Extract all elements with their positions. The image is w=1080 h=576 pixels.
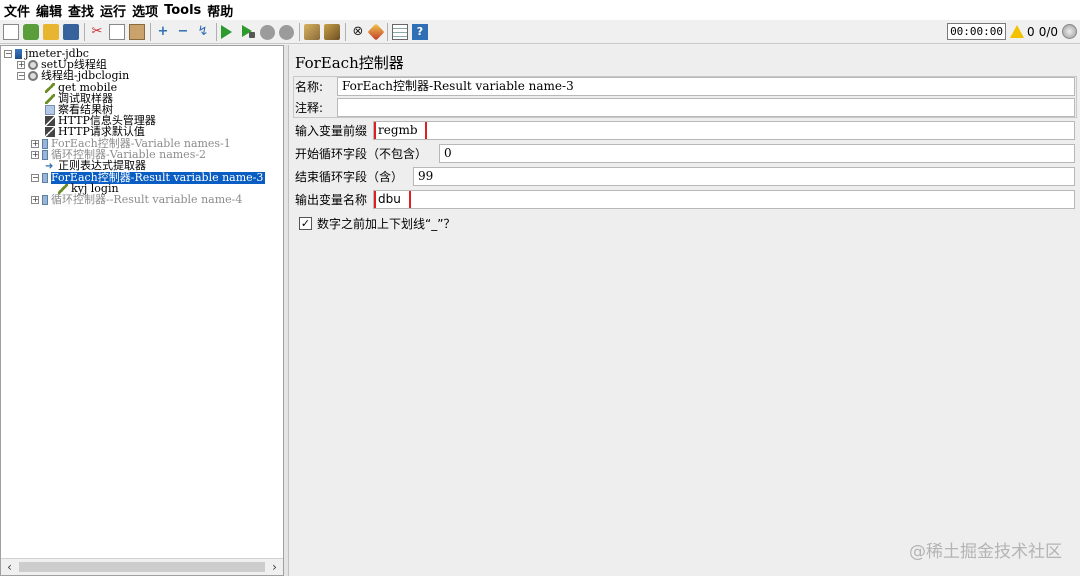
controller-icon — [42, 173, 48, 183]
open-icon[interactable] — [43, 24, 59, 40]
config-element-icon — [45, 127, 55, 137]
shutdown-icon[interactable] — [279, 24, 294, 40]
toolbar-separator — [299, 23, 300, 41]
extractor-icon: ➜ — [45, 161, 54, 172]
stop-icon[interactable] — [260, 24, 275, 40]
start-index-row: 开始循环字段（不包含） — [295, 144, 427, 163]
menu-tools[interactable]: Tools — [164, 3, 201, 18]
input-prefix-row: 输入变量前缀 — [295, 121, 367, 140]
sampler-icon — [45, 83, 55, 93]
thread-group-icon — [28, 60, 38, 70]
collapse-handle[interactable]: − — [31, 174, 39, 182]
expand-handle[interactable]: + — [31, 196, 39, 204]
reset-search-icon[interactable] — [367, 23, 385, 41]
toolbar-status: 00:00:00 0 0/0 — [947, 23, 1077, 40]
end-index-label: 结束循环字段（含） — [295, 170, 404, 184]
function-helper-icon[interactable] — [392, 24, 408, 40]
input-prefix-label: 输入变量前缀 — [295, 124, 368, 138]
sampler-icon — [45, 94, 55, 104]
cut-icon[interactable]: ✂ — [89, 24, 105, 40]
toggle-icon[interactable]: ↯ — [195, 24, 211, 40]
name-field[interactable]: ForEach控制器-Result variable name-3 — [337, 77, 1075, 96]
editor-title: ForEach控制器 — [295, 54, 404, 72]
toolbar-separator — [216, 23, 217, 41]
name-label: 名称: — [295, 80, 324, 94]
name-row: 名称: — [295, 77, 323, 96]
elapsed-timer: 00:00:00 — [947, 23, 1007, 40]
warning-icon[interactable] — [1010, 25, 1025, 38]
menu-bar: 文件 编辑 查找 运行 选项 Tools 帮助 — [0, 0, 1080, 20]
collapse-handle[interactable]: − — [4, 50, 12, 58]
comment-field[interactable] — [337, 98, 1075, 117]
copy-icon[interactable] — [109, 24, 125, 40]
menu-edit[interactable]: 编辑 — [36, 1, 62, 20]
scrollbar-thumb[interactable] — [19, 562, 265, 572]
comment-label: 注释: — [295, 101, 324, 115]
menu-help[interactable]: 帮助 — [207, 1, 233, 20]
save-icon[interactable] — [63, 24, 79, 40]
input-prefix-field[interactable]: regmb — [373, 121, 1075, 140]
controller-icon — [42, 150, 48, 160]
test-plan-tree: − jmeter-jdbc + setUp线程组 − 线程组-jdbclogin… — [1, 46, 283, 558]
help-icon[interactable]: ? — [412, 24, 428, 40]
toolbar-separator — [345, 23, 346, 41]
foreach-controller-editor: ForEach控制器 名称: ForEach控制器-Result variabl… — [288, 45, 1080, 576]
thread-group-icon — [28, 71, 38, 81]
collapse-all-icon[interactable]: − — [175, 24, 191, 40]
underscore-option-row[interactable]: ✓ 数字之前加上下划线“_”？ — [299, 214, 455, 233]
warning-count: 0 — [1027, 24, 1035, 39]
scroll-left-arrow-icon[interactable]: ‹ — [1, 559, 18, 575]
toolbar-separator — [84, 23, 85, 41]
active-threads: 0/0 — [1038, 24, 1058, 39]
test-plan-tree-panel: − jmeter-jdbc + setUp线程组 − 线程组-jdbclogin… — [0, 45, 284, 576]
toolbar-separator — [150, 23, 151, 41]
comment-row: 注释: — [295, 98, 323, 117]
menu-file[interactable]: 文件 — [4, 1, 30, 20]
end-index-row: 结束循环字段（含） — [295, 167, 403, 186]
paste-icon[interactable] — [129, 24, 145, 40]
output-variable-label: 输出变量名称 — [295, 193, 368, 207]
menu-search[interactable]: 查找 — [68, 1, 94, 20]
underscore-checkbox[interactable]: ✓ — [299, 217, 312, 230]
collapse-handle[interactable]: − — [17, 72, 25, 80]
toolbar: ✂ + − ↯ ⊗ ? 00:00:00 0 0/0 — [0, 21, 1080, 44]
tree-node-loop-4[interactable]: + 循环控制器--Result variable name-4 — [31, 194, 242, 206]
underscore-label: 数字之前加上下划线“_”？ — [317, 217, 456, 231]
menu-run[interactable]: 运行 — [100, 1, 126, 20]
input-prefix-value: regmb — [374, 122, 427, 139]
listener-icon — [45, 105, 55, 115]
expand-all-icon[interactable]: + — [155, 24, 171, 40]
output-variable-field[interactable]: dbu — [373, 190, 1075, 209]
config-element-icon — [45, 116, 55, 126]
menu-options[interactable]: 选项 — [132, 1, 158, 20]
start-no-pauses-icon[interactable] — [240, 24, 256, 40]
watermark-text: @稀土掘金技术社区 — [909, 542, 1062, 562]
start-icon[interactable] — [221, 25, 232, 39]
toolbar-separator — [387, 23, 388, 41]
search-icon[interactable]: ⊗ — [350, 24, 366, 40]
controller-icon — [42, 195, 48, 205]
templates-icon[interactable] — [23, 24, 39, 40]
clear-all-icon[interactable] — [324, 24, 340, 40]
test-plan-icon — [15, 49, 22, 59]
scroll-right-arrow-icon[interactable]: › — [266, 559, 283, 575]
controller-icon — [42, 139, 48, 149]
end-index-field[interactable]: 99 — [413, 167, 1075, 186]
tree-horizontal-scrollbar[interactable]: ‹ › — [1, 558, 283, 575]
output-variable-value: dbu — [374, 191, 411, 208]
start-index-field[interactable]: 0 — [439, 144, 1075, 163]
clear-icon[interactable] — [304, 24, 320, 40]
expand-handle[interactable]: + — [17, 61, 25, 69]
expand-handle[interactable]: + — [31, 140, 39, 148]
start-index-label: 开始循环字段（不包含） — [295, 147, 428, 161]
remote-status-icon — [1062, 24, 1077, 39]
output-variable-row: 输出变量名称 — [295, 190, 367, 209]
tree-node-label: 循环控制器--Result variable name-4 — [51, 193, 243, 206]
expand-handle[interactable]: + — [31, 151, 39, 159]
new-icon[interactable] — [3, 24, 19, 40]
